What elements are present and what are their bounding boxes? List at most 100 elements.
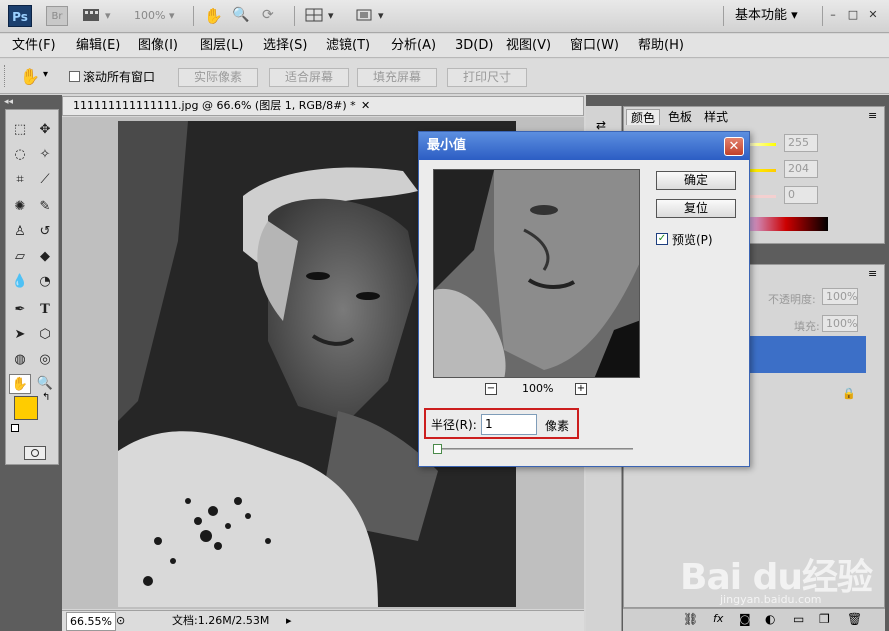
panel-menu-icon[interactable]: ≡ (868, 267, 877, 280)
menu-help[interactable]: 帮助(H) (638, 38, 684, 54)
document-tab[interactable]: 111111111111111.jpg @ 66.6% (图层 1, RGB/8… (62, 96, 584, 116)
quick-mask-button[interactable] (24, 446, 46, 460)
menu-layer[interactable]: 图层(L) (200, 38, 243, 54)
eyedropper-tool-icon[interactable]: ⟋ (34, 170, 56, 190)
radius-slider-track[interactable] (437, 448, 633, 450)
zoom-out-button[interactable]: − (485, 383, 497, 395)
clone-stamp-tool-icon[interactable]: ♙ (9, 222, 31, 242)
film-icon[interactable] (82, 7, 100, 23)
red-value-field[interactable]: 255 (784, 134, 818, 152)
print-size-button[interactable]: 打印尺寸 (447, 68, 527, 87)
layer-mask-icon[interactable]: ◙ (739, 612, 751, 626)
color-ramp[interactable] (744, 217, 828, 231)
rotate-view-icon[interactable]: ⟳ (262, 7, 280, 23)
zoom-status[interactable]: 66.55% (66, 612, 116, 631)
tab-swatches[interactable]: 色板 (664, 109, 696, 125)
pen-tool-icon[interactable]: ✒ (9, 300, 31, 320)
zoom-tool-icon[interactable]: 🔍 (34, 374, 56, 394)
document-tab-title: 111111111111111.jpg @ 66.6% (图层 1, RGB/8… (73, 99, 356, 112)
chevron-down-icon[interactable]: ▾ (378, 7, 384, 25)
brush-tool-icon[interactable]: ✎ (34, 197, 56, 217)
layer-style-icon[interactable]: fx (713, 612, 723, 625)
scroll-all-checkbox[interactable] (69, 71, 80, 82)
arrange-documents-icon[interactable] (305, 7, 323, 23)
status-bar: 66.55% ⊙ 文档:1.26M/2.53M ▸ (62, 610, 584, 631)
close-icon[interactable]: ✕ (866, 8, 880, 22)
fit-screen-button[interactable]: 适合屏幕 (269, 68, 349, 87)
preview-checkbox[interactable]: ✓ (656, 233, 668, 245)
fill-field[interactable]: 100% (822, 315, 858, 332)
menu-image[interactable]: 图像(I) (138, 38, 178, 54)
hand-tool-icon[interactable]: ✋ (204, 7, 223, 25)
history-icon[interactable]: ⇄ (596, 118, 606, 132)
chevron-down-icon[interactable]: ▾ (328, 7, 334, 25)
green-value-field[interactable]: 204 (784, 160, 818, 178)
zoom-level-select[interactable]: 100% ▾ (134, 7, 174, 25)
panel-menu-icon[interactable]: ≡ (868, 109, 877, 122)
collapse-icon[interactable]: ◂◂ (4, 97, 13, 107)
move-tool-icon[interactable]: ✥ (34, 120, 56, 140)
magic-wand-tool-icon[interactable]: ✧ (34, 145, 56, 165)
filter-preview[interactable] (433, 169, 640, 378)
menu-view[interactable]: 视图(V) (506, 38, 551, 54)
hand-tool-icon[interactable]: ✋ (9, 374, 31, 394)
menu-file[interactable]: 文件(F) (12, 38, 56, 54)
menu-edit[interactable]: 编辑(E) (76, 38, 120, 54)
delete-layer-icon[interactable]: 🗑 (847, 612, 862, 626)
menu-analysis[interactable]: 分析(A) (391, 38, 436, 54)
radius-slider-thumb[interactable] (433, 444, 442, 454)
type-tool-icon[interactable]: T (34, 300, 56, 320)
ok-button[interactable]: 确定 (656, 171, 736, 190)
adjustment-layer-icon[interactable]: ◐ (765, 612, 775, 626)
grip-handle[interactable] (4, 65, 8, 87)
radius-input[interactable]: 1 (481, 414, 537, 435)
hand-tool-preset-icon[interactable]: ✋ (20, 67, 40, 86)
paint-bucket-tool-icon[interactable]: ◆ (34, 247, 56, 267)
actual-pixels-button[interactable]: 实际像素 (178, 68, 258, 87)
menu-3d[interactable]: 3D(D) (455, 38, 493, 54)
shape-tool-icon[interactable]: ⬡ (34, 325, 56, 345)
reset-button[interactable]: 复位 (656, 199, 736, 218)
close-icon[interactable]: ✕ (724, 137, 744, 156)
separator (723, 6, 724, 26)
3d-rotate-tool-icon[interactable]: ◍ (9, 350, 31, 370)
crop-tool-icon[interactable]: ⌗ (9, 170, 31, 190)
blue-value-field[interactable]: 0 (784, 186, 818, 204)
history-brush-tool-icon[interactable]: ↺ (34, 222, 56, 242)
lasso-tool-icon[interactable]: ◌ (9, 145, 31, 165)
eraser-tool-icon[interactable]: ▱ (9, 247, 31, 267)
tab-color[interactable]: 颜色 (626, 109, 661, 125)
zoom-in-button[interactable]: + (575, 383, 587, 395)
tab-styles[interactable]: 样式 (700, 109, 732, 125)
workspace-switcher[interactable]: 基本功能 ▾ (735, 7, 798, 25)
screen-mode-icon[interactable] (355, 7, 373, 23)
default-colors-icon[interactable] (11, 424, 19, 432)
app-bar: Ps Br ▾ 100% ▾ ✋ 🔍 ⟳ ▾ ▾ 基本功能 ▾ – □ ✕ (0, 0, 889, 33)
dodge-tool-icon[interactable]: ◔ (34, 272, 56, 292)
chevron-down-icon[interactable]: ▾ (43, 69, 48, 80)
bridge-button[interactable]: Br (46, 6, 68, 26)
menu-select[interactable]: 选择(S) (263, 38, 307, 54)
3d-orbit-tool-icon[interactable]: ◎ (34, 350, 56, 370)
maximize-icon[interactable]: □ (846, 8, 860, 22)
link-layers-icon[interactable]: ⛓ (683, 612, 698, 626)
blur-tool-icon[interactable]: 💧 (9, 272, 31, 292)
healing-brush-tool-icon[interactable]: ✺ (9, 197, 31, 217)
swap-colors-icon[interactable]: ↰ (42, 392, 50, 403)
zoom-tool-icon[interactable]: 🔍 (232, 7, 250, 23)
watermark-url: jingyan.baidu.com (720, 593, 822, 606)
marquee-tool-icon[interactable]: ⬚ (9, 120, 31, 140)
status-menu-icon[interactable]: ▸ (286, 611, 292, 631)
foreground-color-swatch[interactable] (14, 396, 38, 420)
status-info-icon[interactable]: ⊙ (116, 611, 125, 631)
opacity-field[interactable]: 100% (822, 288, 858, 305)
menu-filter[interactable]: 滤镜(T) (326, 38, 370, 54)
menu-window[interactable]: 窗口(W) (570, 38, 619, 54)
minimize-icon[interactable]: – (826, 8, 840, 22)
chevron-down-icon[interactable]: ▾ (105, 7, 111, 25)
new-layer-icon[interactable]: ❐ (819, 612, 830, 626)
close-tab-icon[interactable]: ✕ (361, 97, 370, 115)
new-group-icon[interactable]: ▭ (793, 612, 804, 626)
fill-screen-button[interactable]: 填充屏幕 (357, 68, 437, 87)
path-selection-tool-icon[interactable]: ➤ (9, 325, 31, 345)
